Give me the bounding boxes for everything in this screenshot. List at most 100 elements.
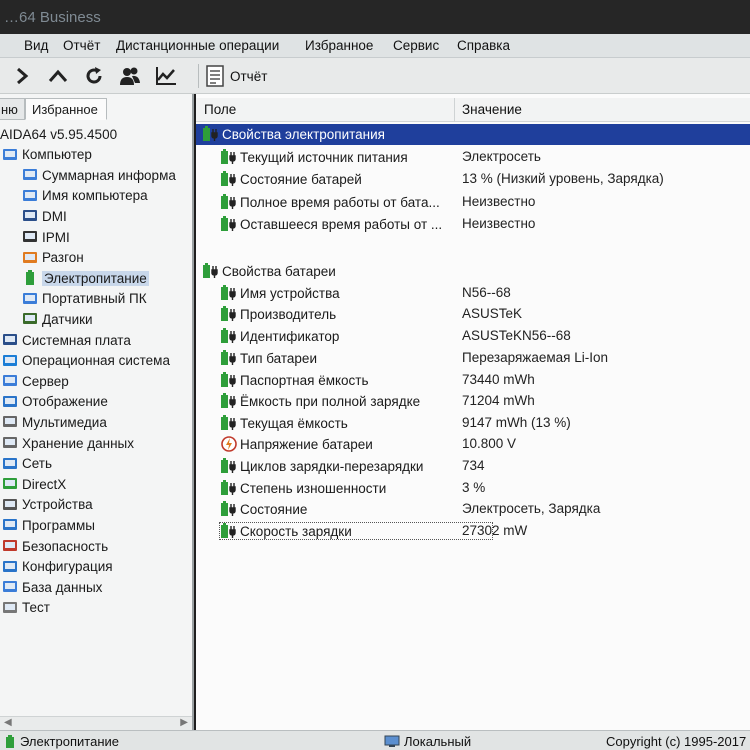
tree-item[interactable]: DirectX bbox=[2, 474, 66, 494]
table-row[interactable]: Скорость зарядки 27302 mW bbox=[196, 521, 750, 542]
menu-view[interactable]: Вид bbox=[24, 38, 48, 53]
table-row[interactable]: Полное время работы от бата... Неизвестно bbox=[196, 192, 750, 213]
value-cell: 3 % bbox=[462, 480, 486, 495]
tree-item[interactable]: Портативный ПК bbox=[22, 289, 147, 309]
tree-item[interactable]: Хранение данных bbox=[2, 433, 134, 453]
table-row[interactable]: Ёмкость при полной зарядке 71204 mWh bbox=[196, 391, 750, 412]
tree-item[interactable]: Электропитание bbox=[22, 268, 149, 288]
tree-item[interactable]: База данных bbox=[2, 577, 102, 597]
tab-menu[interactable]: ню bbox=[0, 98, 25, 120]
tree-item[interactable]: Конфигурация bbox=[2, 557, 113, 577]
tree-item-label: Суммарная информа bbox=[42, 167, 176, 183]
column-field-header[interactable]: Поле bbox=[204, 102, 236, 117]
section-row[interactable]: Свойства электропитания bbox=[196, 124, 750, 145]
table-row[interactable]: Состояние Электросеть, Зарядка bbox=[196, 499, 750, 520]
tree-item-label: Имя компьютера bbox=[42, 188, 148, 204]
scroll-left-icon[interactable]: ◀ bbox=[4, 717, 12, 728]
tree-item[interactable]: Программы bbox=[2, 515, 95, 535]
tree-item[interactable]: Разгон bbox=[22, 248, 84, 268]
tree-item[interactable]: Датчики bbox=[22, 309, 93, 329]
menu-service[interactable]: Сервис bbox=[393, 38, 439, 53]
table-row[interactable]: Текущий источник питания Электросеть bbox=[196, 147, 750, 168]
table-row[interactable]: Паспортная ёмкость 73440 mWh bbox=[196, 370, 750, 391]
tree-item[interactable]: Безопасность bbox=[2, 536, 108, 556]
field-cell: Степень изношенности bbox=[220, 480, 386, 496]
sensor-icon bbox=[22, 311, 38, 327]
tree-item-label: Сеть bbox=[22, 456, 53, 472]
column-value-header[interactable]: Значение bbox=[462, 102, 522, 117]
toolbar-separator bbox=[198, 64, 199, 88]
field-cell: Идентификатор bbox=[220, 328, 339, 344]
up-button[interactable] bbox=[44, 63, 72, 89]
tree-item-label: Сервер bbox=[22, 373, 69, 389]
field-cell: Свойства электропитания bbox=[202, 126, 385, 142]
tree-item[interactable]: Системная плата bbox=[2, 330, 131, 350]
value-cell: Электросеть bbox=[462, 149, 541, 164]
tree-item[interactable]: DMI bbox=[22, 206, 67, 226]
field-cell: Производитель bbox=[220, 306, 336, 322]
status-left: Электропитание bbox=[4, 734, 119, 749]
table-row[interactable]: Идентификатор ASUSTeKN56--68 bbox=[196, 326, 750, 347]
forward-button[interactable] bbox=[8, 63, 36, 89]
chevron-up-icon bbox=[48, 69, 68, 82]
refresh-button[interactable] bbox=[80, 63, 108, 89]
tree-item-label: Разгон bbox=[42, 250, 84, 266]
refresh-icon bbox=[86, 67, 102, 84]
left-horizontal-scrollbar[interactable]: ◀ ▶ bbox=[0, 716, 192, 730]
value-cell: Неизвестно bbox=[462, 194, 536, 209]
users-icon bbox=[120, 67, 140, 85]
tab-favorites[interactable]: Избранное bbox=[25, 98, 107, 120]
report-button[interactable]: Отчёт bbox=[206, 63, 267, 89]
scroll-right-icon[interactable]: ▶ bbox=[180, 717, 188, 728]
table-row[interactable]: Напряжение батареи 10.800 V bbox=[196, 434, 750, 455]
status-left-text: Электропитание bbox=[20, 734, 119, 749]
field-cell: Тип батареи bbox=[220, 350, 317, 366]
tree-item[interactable]: Отображение bbox=[2, 392, 108, 412]
tree-item[interactable]: Сеть bbox=[2, 454, 52, 474]
field-cell: Паспортная ёмкость bbox=[220, 372, 369, 388]
server-icon bbox=[2, 373, 18, 389]
tree-item[interactable]: Операционная система bbox=[2, 351, 170, 371]
report-icon bbox=[206, 65, 224, 87]
table-row[interactable]: Имя устройства N56--68 bbox=[196, 283, 750, 304]
tree-item[interactable]: Имя компьютера bbox=[22, 186, 148, 206]
table-row[interactable]: Степень изношенности 3 % bbox=[196, 478, 750, 499]
details-pane: Поле Значение Свойства электропитания Тек… bbox=[196, 94, 750, 730]
tree-item[interactable]: Сервер bbox=[2, 371, 69, 391]
field-label: Свойства батареи bbox=[222, 263, 336, 279]
table-row[interactable]: Тип батареи Перезаряжаемая Li-Ion bbox=[196, 348, 750, 369]
value-cell: Электросеть, Зарядка bbox=[462, 501, 601, 516]
table-row[interactable]: Текущая ёмкость 9147 mWh (13 %) bbox=[196, 413, 750, 434]
section-row[interactable]: Свойства батареи bbox=[196, 261, 750, 282]
directx-icon bbox=[2, 476, 18, 492]
tree-item[interactable]: Тест bbox=[2, 598, 50, 618]
chart-icon bbox=[156, 67, 176, 85]
tree-item[interactable]: IPMI bbox=[22, 227, 70, 247]
tree-item[interactable]: Мультимедиа bbox=[2, 412, 107, 432]
database-icon bbox=[2, 579, 18, 595]
menu-favorites[interactable]: Избранное bbox=[305, 38, 373, 53]
tree-item[interactable]: AIDA64 v5.95.4500 bbox=[0, 124, 117, 144]
tree-item[interactable]: Компьютер bbox=[2, 145, 92, 165]
menu-report[interactable]: Отчёт bbox=[63, 38, 100, 53]
table-row[interactable]: Оставшееся время работы от ... Неизвестно bbox=[196, 214, 750, 235]
field-cell: Текущая ёмкость bbox=[220, 415, 348, 431]
dmi-icon bbox=[22, 208, 38, 224]
table-row[interactable]: Циклов зарядки-перезарядки 734 bbox=[196, 456, 750, 477]
battery-plug-icon bbox=[202, 263, 220, 279]
tree-item-label: Безопасность bbox=[22, 538, 109, 554]
tree-item-label: Отображение bbox=[22, 394, 108, 410]
table-row[interactable]: Состояние батарей 13 % (Низкий уровень, З… bbox=[196, 169, 750, 190]
users-button[interactable] bbox=[116, 63, 144, 89]
menu-help[interactable]: Справка bbox=[457, 38, 510, 53]
test-icon bbox=[2, 600, 18, 616]
menu-remote[interactable]: Дистанционные операции bbox=[116, 38, 279, 53]
local-computer-icon bbox=[384, 735, 400, 747]
table-row[interactable]: Производитель ASUSTeK bbox=[196, 304, 750, 325]
chart-button[interactable] bbox=[152, 63, 180, 89]
tree-item[interactable]: Суммарная информа bbox=[22, 165, 176, 185]
tree-item[interactable]: Устройства bbox=[2, 495, 93, 515]
field-label: Состояние bbox=[240, 501, 308, 517]
status-middle: Локальный bbox=[384, 734, 471, 749]
column-divider[interactable] bbox=[454, 98, 455, 122]
